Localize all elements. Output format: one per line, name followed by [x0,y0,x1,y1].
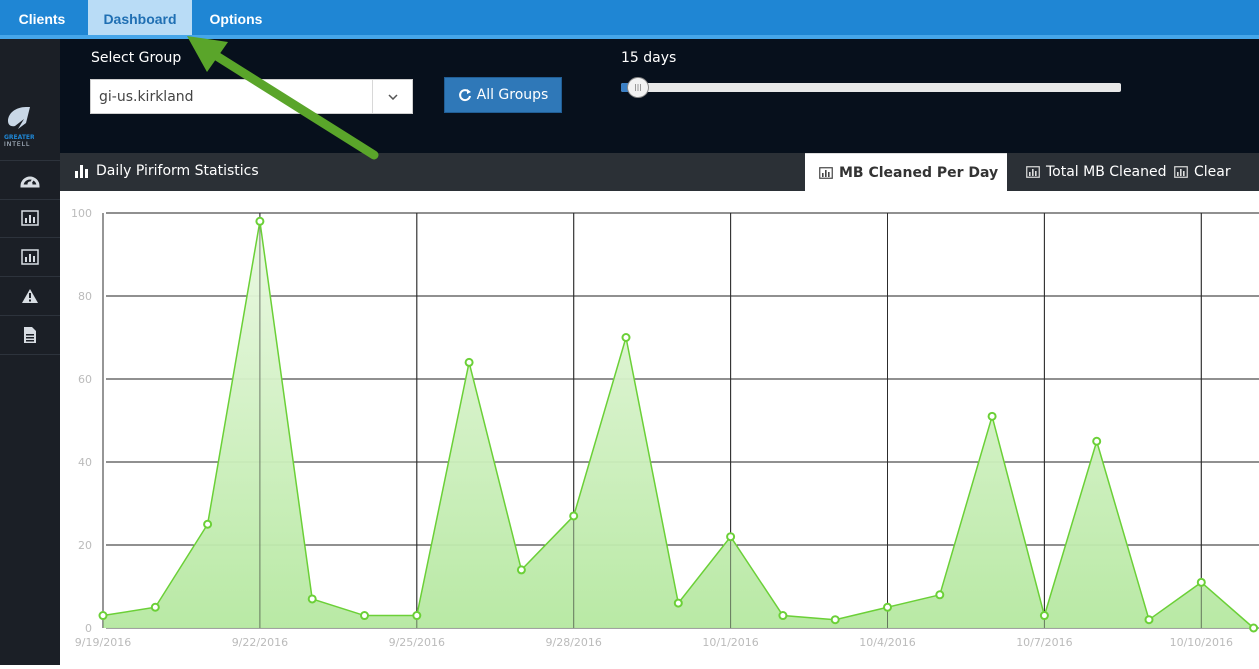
annotation-arrow [187,36,379,160]
